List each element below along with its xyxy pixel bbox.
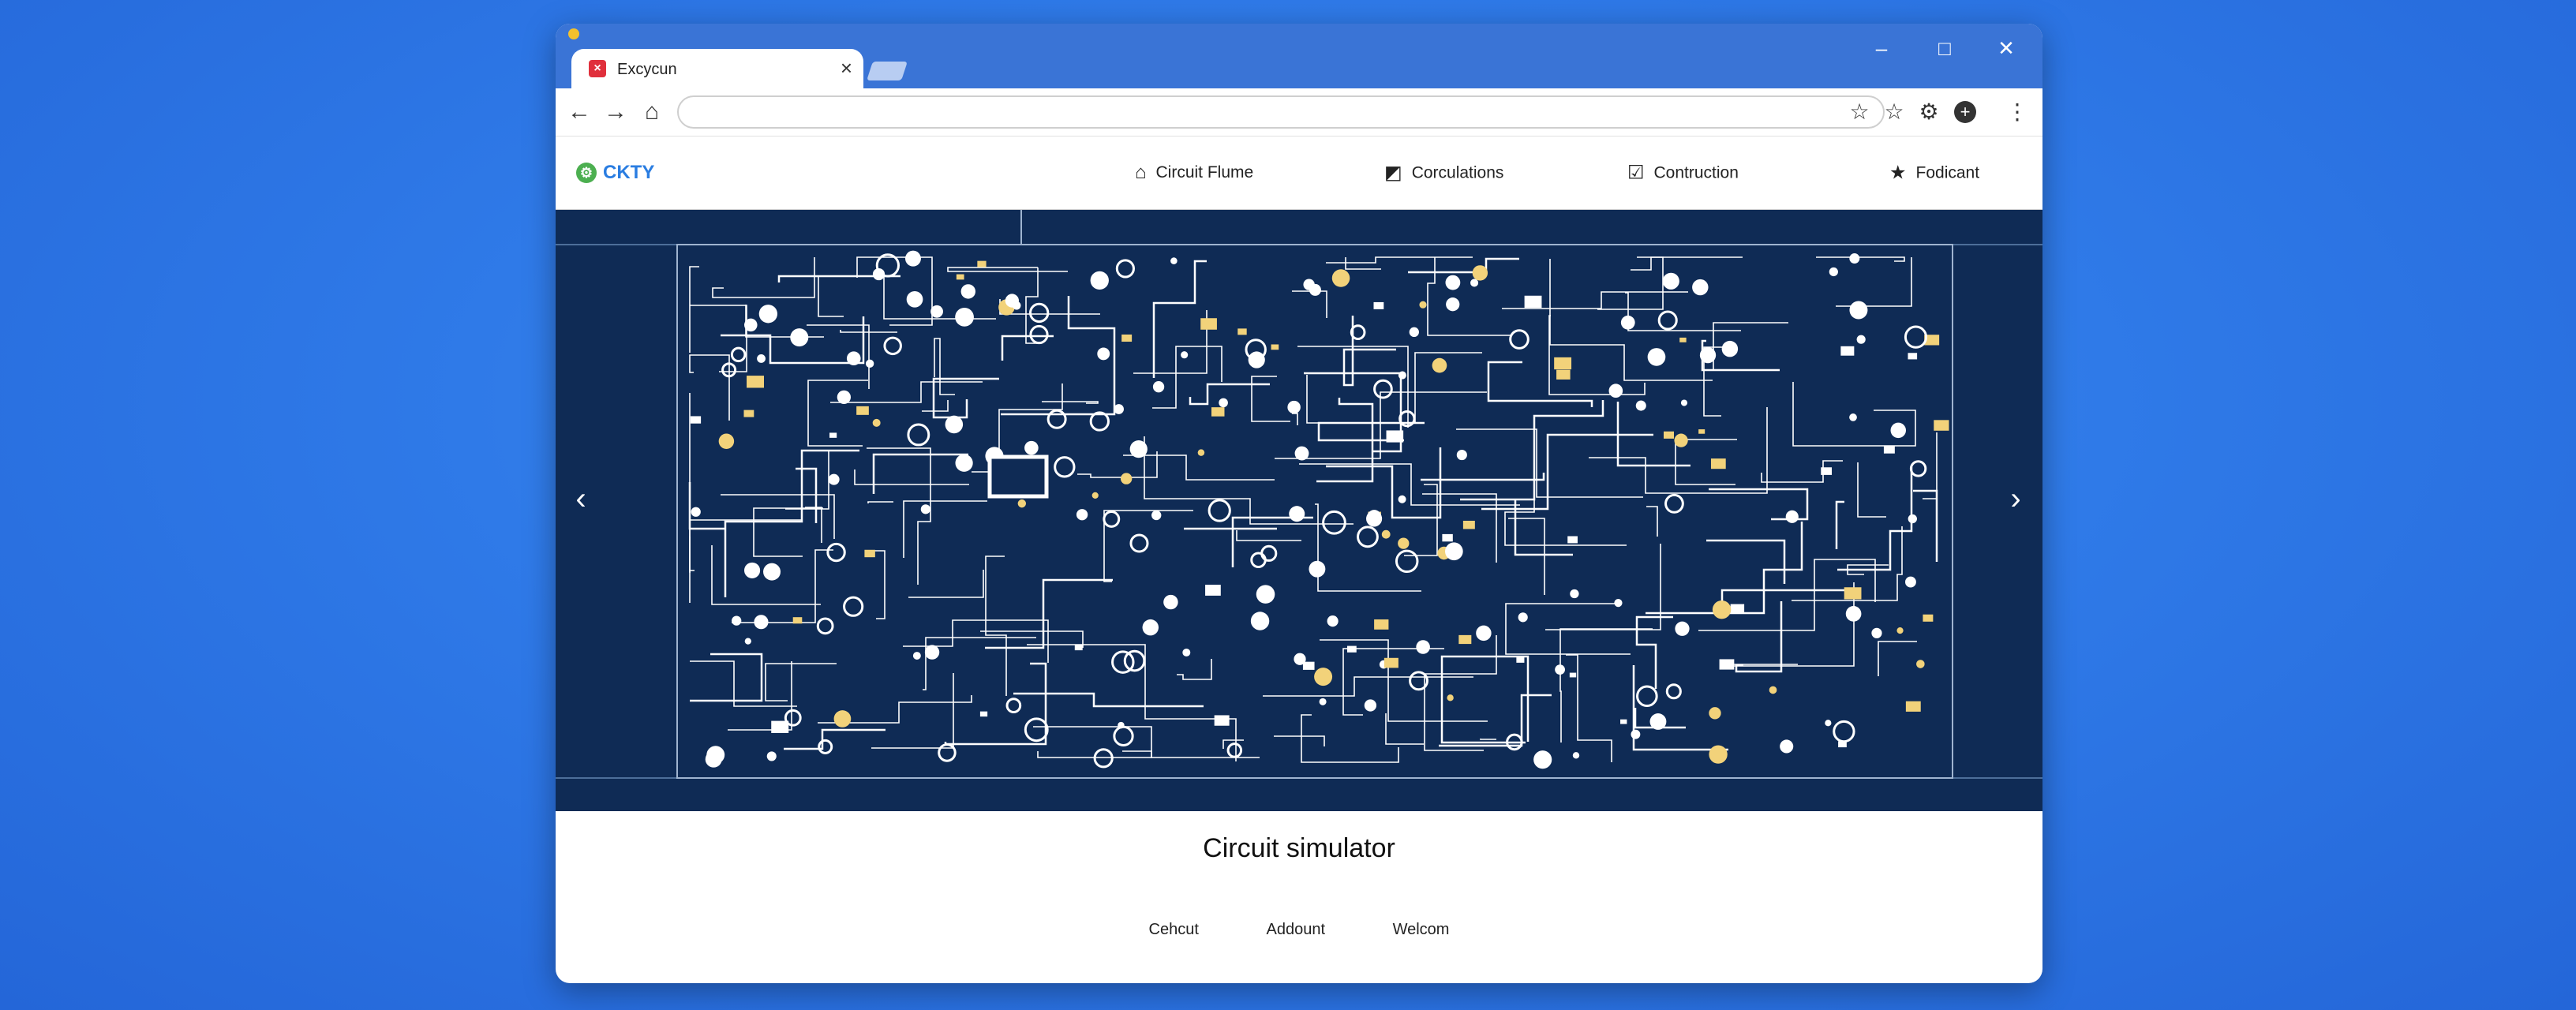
tab-favicon-icon: ×: [589, 60, 606, 77]
back-icon[interactable]: ←: [564, 96, 595, 128]
site-header: ⚙ CKTY ⌂ Circuit Flume ◩ Corculations ☑ …: [556, 137, 2042, 210]
nav-label: Contruction: [1653, 163, 1739, 181]
title-bar: × Excycun × – □ ✕: [556, 24, 2042, 90]
site-logo[interactable]: ⚙ CKTY: [576, 162, 654, 184]
new-tab-button[interactable]: [867, 62, 908, 80]
star-icon: ★: [1889, 162, 1907, 184]
profile-icon[interactable]: +: [1954, 101, 1976, 123]
status-dot: [568, 28, 579, 39]
browser-toolbar: ← → ⌂ ☆ ☆ ⚙ + ⋮: [556, 88, 2042, 137]
circuit-diagram-image: [556, 210, 2042, 811]
footer-link-cehcut[interactable]: Cehcut: [1149, 921, 1199, 939]
favorites-star-icon[interactable]: ☆: [1878, 96, 1910, 128]
home-icon: ⌂: [1135, 162, 1147, 183]
menu-icon[interactable]: ⋮: [2001, 96, 2033, 128]
forward-icon[interactable]: →: [600, 96, 631, 128]
footer-link-welcom[interactable]: Welcom: [1393, 921, 1450, 939]
tab-close-icon[interactable]: ×: [841, 58, 852, 78]
logo-text: CKTY: [603, 162, 655, 183]
nav-circuit-flume[interactable]: ⌂ Circuit Flume: [1135, 162, 1253, 184]
chip-icon: ◩: [1384, 162, 1402, 184]
nav-label: Corculations: [1411, 163, 1504, 181]
nav-label: Fodicant: [1915, 163, 1980, 181]
home-icon[interactable]: ⌂: [636, 96, 668, 128]
nav-contruction[interactable]: ☑ Contruction: [1627, 162, 1739, 185]
maximize-icon[interactable]: □: [1929, 35, 1960, 62]
hero-carousel: ‹ ›: [556, 210, 2042, 811]
footer-links: Cehcut Addount Welcom: [556, 921, 2042, 939]
footer-link-addount[interactable]: Addount: [1266, 921, 1325, 939]
close-window-icon[interactable]: ✕: [1990, 35, 2022, 62]
logo-icon: ⚙: [576, 163, 597, 183]
page-heading: Circuit simulator: [1203, 833, 1395, 863]
nav-fodicant[interactable]: ★ Fodicant: [1889, 162, 1979, 185]
checkbox-icon: ☑: [1627, 162, 1645, 184]
address-bar[interactable]: [677, 95, 1885, 129]
tab-title: Excycun: [617, 61, 677, 78]
carousel-prev-icon[interactable]: ‹: [565, 475, 597, 522]
bookmark-star-icon[interactable]: ☆: [1844, 96, 1875, 128]
nav-label: Circuit Flume: [1155, 163, 1254, 181]
extensions-icon[interactable]: ⚙: [1913, 96, 1945, 128]
nav-corculations[interactable]: ◩ Corculations: [1384, 162, 1503, 185]
browser-tab[interactable]: × Excycun ×: [571, 49, 863, 90]
carousel-next-icon[interactable]: ›: [2000, 475, 2031, 522]
browser-window: × Excycun × – □ ✕ ← → ⌂ ☆ ☆ ⚙ + ⋮ ⚙ CKTY…: [556, 24, 2042, 983]
minimize-icon[interactable]: –: [1866, 35, 1897, 62]
